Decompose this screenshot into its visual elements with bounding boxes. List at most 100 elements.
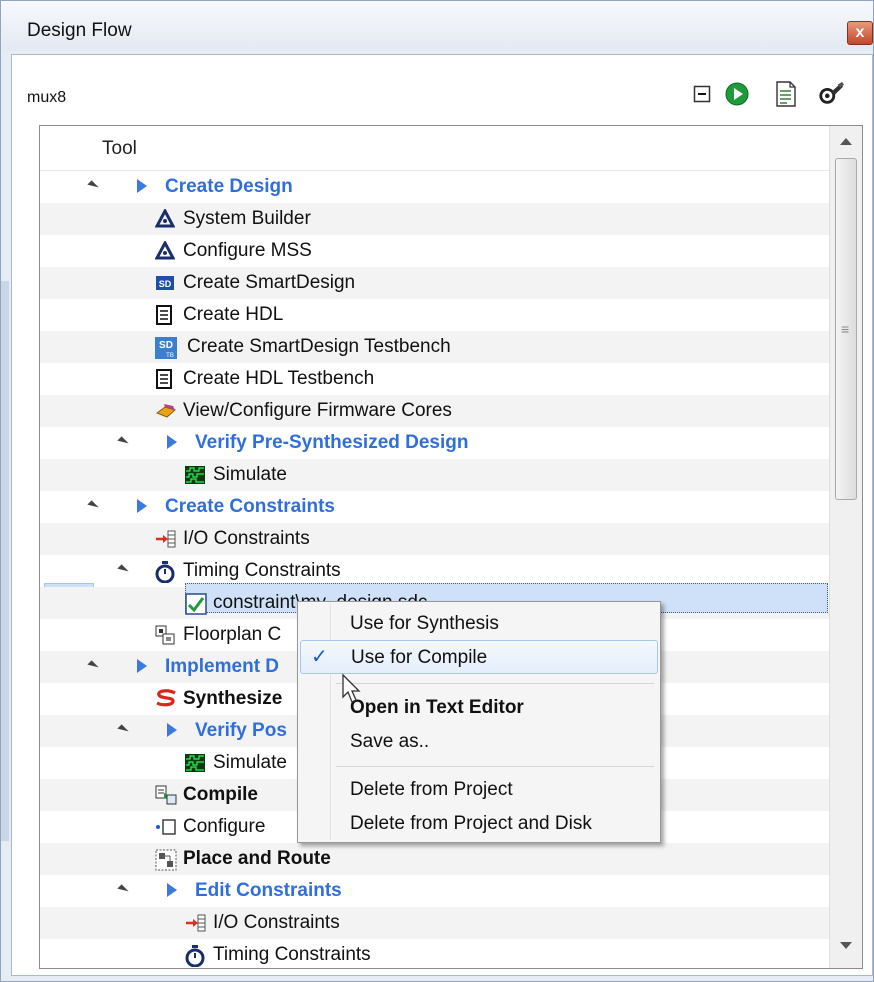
- stopwatch-icon: [155, 561, 175, 584]
- collapse-all-icon[interactable]: [689, 81, 715, 107]
- phase-play-icon: [137, 179, 147, 193]
- synthesize-icon: [155, 689, 176, 709]
- tree-row[interactable]: SD Create SmartDesign: [40, 267, 829, 299]
- tree-row-label: Verify Pos: [195, 720, 287, 741]
- collapse-arrow-icon[interactable]: [117, 724, 129, 736]
- project-name: mux8: [27, 89, 67, 106]
- mouse-cursor-icon: [341, 673, 363, 710]
- tree-row[interactable]: I/O Constraints: [40, 523, 829, 555]
- tree-row[interactable]: Timing Constraints: [40, 939, 829, 968]
- column-tool-label: Tool: [102, 138, 137, 159]
- menu-item-delete-from-project[interactable]: Delete from Project: [300, 773, 658, 807]
- tree-row[interactable]: Configure MSS: [40, 235, 829, 267]
- tree-row[interactable]: Create Design: [40, 171, 829, 203]
- tree-row-label: Floorplan C: [183, 624, 282, 645]
- tree-row[interactable]: View/Configure Firmware Cores: [40, 395, 829, 427]
- menu-item-save-as[interactable]: Save as..: [300, 725, 658, 759]
- tree-row[interactable]: I/O Constraints: [40, 907, 829, 939]
- configure-icon: [155, 817, 176, 837]
- smartdesign-icon: SD: [155, 273, 175, 293]
- tree-row-label: View/Configure Firmware Cores: [183, 400, 452, 421]
- close-button[interactable]: x: [847, 21, 873, 45]
- phase-play-icon: [167, 723, 177, 737]
- tree-row[interactable]: Place and Route: [40, 843, 829, 875]
- checkmark-icon: ✓: [311, 646, 328, 668]
- tree-row-label: Timing Constraints: [183, 560, 341, 581]
- tree-row-label: Compile: [183, 784, 258, 805]
- tree-row[interactable]: Create HDL Testbench: [40, 363, 829, 395]
- tree-row-label: Verify Pre-Synthesized Design: [195, 432, 469, 453]
- io-constraints-icon: [155, 529, 176, 549]
- system-builder-icon: [154, 207, 176, 229]
- tree-row-label: Create Constraints: [165, 496, 335, 517]
- title-bar: Design Flow x: [1, 1, 873, 51]
- collapse-arrow-icon[interactable]: [117, 884, 129, 896]
- tree-row[interactable]: Create HDL: [40, 299, 829, 331]
- tree-row-label: Configure MSS: [183, 240, 312, 261]
- tree-row-label: Create HDL: [183, 304, 284, 325]
- waveform-icon: [185, 465, 205, 485]
- svg-text:TB: TB: [166, 353, 174, 359]
- menu-item-delete-from-project-and-disk[interactable]: Delete from Project and Disk: [300, 807, 658, 841]
- vertical-scrollbar[interactable]: ≡: [829, 126, 862, 968]
- phase-play-icon: [137, 499, 147, 513]
- tree-row-label: Synthesize: [183, 688, 283, 709]
- tree-row[interactable]: Edit Constraints: [40, 875, 829, 907]
- menu-separator: [336, 766, 654, 767]
- phase-play-icon: [167, 435, 177, 449]
- panel-left-edge: [1, 281, 9, 841]
- scroll-down-icon[interactable]: [840, 942, 852, 949]
- menu-item-use-for-synthesis[interactable]: Use for Synthesis: [300, 607, 658, 641]
- firmware-icon: [155, 401, 177, 421]
- options-wrench-icon[interactable]: [818, 81, 844, 107]
- svg-text:SD: SD: [159, 340, 173, 351]
- tree-row[interactable]: SD TB Create SmartDesign Testbench: [40, 331, 829, 363]
- design-flow-panel: Design Flow x mux8 Tool Create Design Sys…: [0, 0, 874, 982]
- svg-text:SD: SD: [159, 279, 172, 289]
- place-route-icon: [155, 849, 177, 871]
- tree-row-label: I/O Constraints: [183, 528, 310, 549]
- scroll-up-icon[interactable]: [840, 138, 852, 145]
- panel-title: Design Flow: [27, 20, 132, 41]
- document-icon: [155, 369, 175, 389]
- tree-row[interactable]: Simulate: [40, 459, 829, 491]
- context-menu: Use for Synthesis ✓ Use for Compile Open…: [297, 601, 661, 843]
- tree-column-header[interactable]: Tool: [40, 126, 829, 171]
- waveform-icon: [185, 753, 205, 773]
- tree-row-label: System Builder: [183, 208, 311, 229]
- io-constraints-icon: [185, 913, 206, 933]
- document-icon: [155, 305, 175, 325]
- tree-row[interactable]: Create Constraints: [40, 491, 829, 523]
- tree-row-label: Timing Constraints: [213, 944, 371, 965]
- tree-row-label: I/O Constraints: [213, 912, 340, 933]
- tree-row-label: Simulate: [213, 464, 287, 485]
- scrollbar-thumb[interactable]: ≡: [835, 158, 857, 500]
- tree-row-label: Create SmartDesign Testbench: [187, 336, 451, 357]
- tree-row[interactable]: Verify Pre-Synthesized Design: [40, 427, 829, 459]
- collapse-arrow-icon[interactable]: [117, 436, 129, 448]
- phase-play-icon: [137, 659, 147, 673]
- tree-row-label: Simulate: [213, 752, 287, 773]
- system-builder-icon: [154, 239, 176, 261]
- tree-row-label: Place and Route: [183, 848, 331, 869]
- collapse-arrow-icon[interactable]: [87, 180, 99, 192]
- phase-play-icon: [167, 883, 177, 897]
- run-icon[interactable]: [724, 81, 750, 107]
- collapse-arrow-icon[interactable]: [87, 660, 99, 672]
- tree-row-label: Edit Constraints: [195, 880, 342, 901]
- compile-icon: [155, 785, 177, 805]
- tree-row[interactable]: System Builder: [40, 203, 829, 235]
- collapse-arrow-icon[interactable]: [87, 500, 99, 512]
- stopwatch-icon: [185, 945, 205, 968]
- report-icon[interactable]: [773, 81, 799, 107]
- sdc-file-icon: [185, 593, 207, 615]
- tree-row-label: Create HDL Testbench: [183, 368, 375, 389]
- tree-row-label: Configure: [183, 816, 266, 837]
- tree-row-label: Create SmartDesign: [183, 272, 356, 293]
- tree-row-label: Implement D: [165, 656, 280, 677]
- collapse-arrow-icon[interactable]: [117, 564, 129, 576]
- tree-row-label: Create Design: [165, 176, 293, 197]
- floorplan-icon: [155, 625, 175, 645]
- menu-separator: [336, 683, 654, 684]
- menu-item-use-for-compile[interactable]: ✓ Use for Compile: [300, 640, 658, 674]
